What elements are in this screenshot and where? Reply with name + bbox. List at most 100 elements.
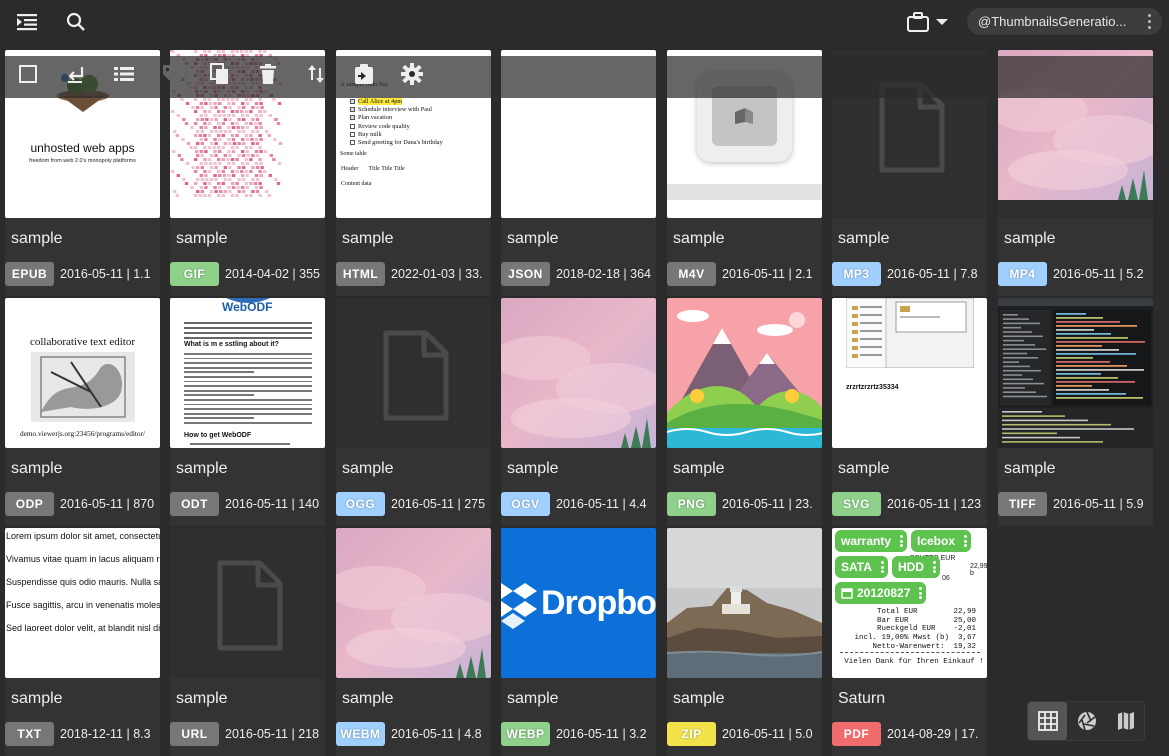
calendar-icon (841, 588, 853, 599)
file-thumbnail[interactable]: WebODF What is m e sstling about it? How t… (170, 298, 325, 448)
top-bar: @ThumbnailsGeneratio... (0, 0, 1169, 44)
file-type-badge: PNG (667, 492, 716, 516)
file-tag[interactable]: HDD (892, 556, 940, 578)
tag-icon[interactable] (160, 62, 184, 86)
file-card[interactable]: sample MP3 2016-05-11 | 7.8 (832, 50, 987, 296)
file-card[interactable]: Dropbox sample WEBP 2016-05-11 | 3.2 (501, 528, 656, 756)
file-meta: 2016-05-11 | 5.2 (1053, 267, 1144, 281)
file-card[interactable]: collaborative text editor demo.viewerjs.o… (5, 298, 160, 526)
file-title: sample (11, 460, 63, 477)
file-card[interactable]: unhosted web apps freedom from web 2.0's … (5, 50, 160, 296)
file-thumbnail[interactable] (170, 528, 325, 678)
file-card[interactable]: Lorem ipsum dolor sit amet, consectetur V… (5, 528, 160, 756)
file-type-badge: TXT (5, 722, 54, 746)
file-card[interactable]: sample GIF 2014-04-02 | 355 (170, 50, 325, 296)
file-tag[interactable]: 20120827 (835, 582, 927, 604)
file-meta: 2016-05-11 | 140 (225, 497, 320, 511)
file-thumbnail[interactable] (336, 528, 491, 678)
file-card[interactable]: sample OGV 2016-05-11 | 4.4 (501, 298, 656, 526)
file-card[interactable]: sample ZIP 2016-05-11 | 5.0 (667, 528, 822, 756)
file-card[interactable]: sample M4V 2016-05-11 | 2.1 (667, 50, 822, 296)
file-thumbnail[interactable] (336, 298, 491, 448)
file-meta: 2016-05-11 | 218 (225, 727, 320, 741)
file-meta: 2016-05-11 | 23. (722, 497, 813, 511)
file-meta: 2022-01-03 | 33. (391, 267, 483, 281)
return-icon[interactable] (64, 62, 88, 86)
file-meta: 2016-05-11 | 275 (391, 497, 486, 511)
aperture-view-icon[interactable] (1067, 702, 1106, 740)
copy-icon[interactable] (208, 62, 232, 86)
file-type-badge: ODP (5, 492, 54, 516)
file-type-badge: PDF (832, 722, 881, 746)
file-type-badge: WEBP (501, 722, 550, 746)
file-meta: 2018-12-11 | 8.3 (60, 727, 151, 741)
file-title: Saturn (838, 690, 886, 707)
file-tag[interactable]: SATA (835, 556, 888, 578)
file-card[interactable]: sample PNG 2016-05-11 | 23. (667, 298, 822, 526)
odt-thumb-heading2: How to get WebODF (184, 432, 252, 439)
file-title: sample (673, 230, 725, 247)
action-toolbar (0, 56, 1169, 98)
export-icon[interactable] (352, 62, 376, 86)
file-title: sample (342, 460, 394, 477)
file-thumbnail[interactable] (998, 298, 1153, 448)
list-icon[interactable] (112, 62, 136, 86)
pdf-thumb-line: incl. 19,00% Mwst (b) 3,67 (854, 634, 976, 643)
txt-thumb-line: Suspendisse quis odio mauris. Nulla sag (6, 577, 160, 587)
file-type-badge: URL (170, 722, 219, 746)
search-icon[interactable] (64, 10, 88, 34)
grid-view-icon[interactable] (1028, 702, 1067, 740)
file-type-badge: MP3 (832, 262, 881, 286)
file-thumbnail[interactable]: Lorem ipsum dolor sit amet, consectetur V… (5, 528, 160, 678)
file-title: sample (342, 690, 394, 707)
file-thumbnail[interactable]: collaborative text editor demo.viewerjs.o… (5, 298, 160, 448)
file-thumbnail[interactable]: Dropbox (501, 528, 656, 678)
file-thumbnail[interactable]: BRUTTO EUR22,99 b06Total EUR 22,99Bar EU… (832, 528, 987, 678)
file-meta: 2016-05-11 | 7.8 (887, 267, 978, 281)
select-all-checkbox-icon[interactable] (16, 62, 40, 86)
file-title: sample (507, 460, 559, 477)
dropbox-thumb-word: Dropbox (541, 584, 656, 622)
menu-collapse-icon[interactable] (16, 10, 40, 34)
file-card[interactable]: WebODF What is m e sstling about it? How t… (170, 298, 325, 526)
file-meta: 2016-05-11 | 123 (887, 497, 982, 511)
delete-icon[interactable] (256, 62, 280, 86)
file-meta: 2016-05-11 | 4.8 (391, 727, 482, 741)
file-thumbnail[interactable]: zrzrtzrzrtz35334 (832, 298, 987, 448)
file-title: sample (673, 690, 725, 707)
file-meta: 2014-08-29 | 17. (887, 727, 979, 741)
sort-icon[interactable] (304, 62, 328, 86)
settings-icon[interactable] (400, 62, 424, 86)
file-tag[interactable]: warranty (835, 530, 908, 552)
briefcase-icon[interactable] (906, 10, 930, 34)
file-title: sample (1004, 230, 1056, 247)
file-meta: 2014-04-02 | 355 (225, 267, 320, 281)
map-view-icon[interactable] (1106, 702, 1145, 740)
epub-thumb-subtitle: freedom from web 2.0's monopoly platform… (29, 158, 136, 164)
file-card[interactable]: sample URL 2016-05-11 | 218 (170, 528, 325, 756)
file-meta: 2016-05-11 | 5.9 (1053, 497, 1144, 511)
more-vert-icon[interactable] (1148, 14, 1152, 29)
file-card[interactable]: A sample todo list:Call Alice at 4pmSche… (336, 50, 491, 296)
file-card[interactable]: sample TIFF 2016-05-11 | 5.9 (998, 298, 1153, 526)
more-vert-icon (880, 561, 884, 573)
file-card[interactable]: sample OGG 2016-05-11 | 275 (336, 298, 491, 526)
file-title: sample (176, 690, 228, 707)
file-card[interactable]: BRUTTO EUR22,99 b06Total EUR 22,99Bar EU… (832, 528, 987, 756)
file-grid: unhosted web apps freedom from web 2.0's … (0, 0, 1169, 756)
svg-thumb-caption: zrzrtzrzrtz35334 (846, 384, 899, 391)
file-type-badge: WEBM (336, 722, 385, 746)
account-selector[interactable]: @ThumbnailsGeneratio... (967, 8, 1162, 35)
file-card[interactable]: zrzrtzrzrtz35334 sample SVG 2016-05-11 | 12… (832, 298, 987, 526)
file-thumbnail[interactable] (667, 298, 822, 448)
file-card[interactable]: sample MP4 2016-05-11 | 5.2 (998, 50, 1153, 296)
file-card[interactable]: sample WEBM 2016-05-11 | 4.8 (336, 528, 491, 756)
file-thumbnail[interactable] (501, 298, 656, 448)
file-title: sample (673, 460, 725, 477)
chevron-down-icon[interactable] (930, 10, 954, 34)
file-card[interactable]: sample JSON 2018-02-18 | 364 (501, 50, 656, 296)
file-tag[interactable]: Icebox (911, 530, 972, 552)
odt-thumb-heading: What is m e sstling about it? (184, 341, 279, 348)
file-thumbnail[interactable] (667, 528, 822, 678)
txt-thumb-line: Lorem ipsum dolor sit amet, consectetur (6, 531, 160, 541)
